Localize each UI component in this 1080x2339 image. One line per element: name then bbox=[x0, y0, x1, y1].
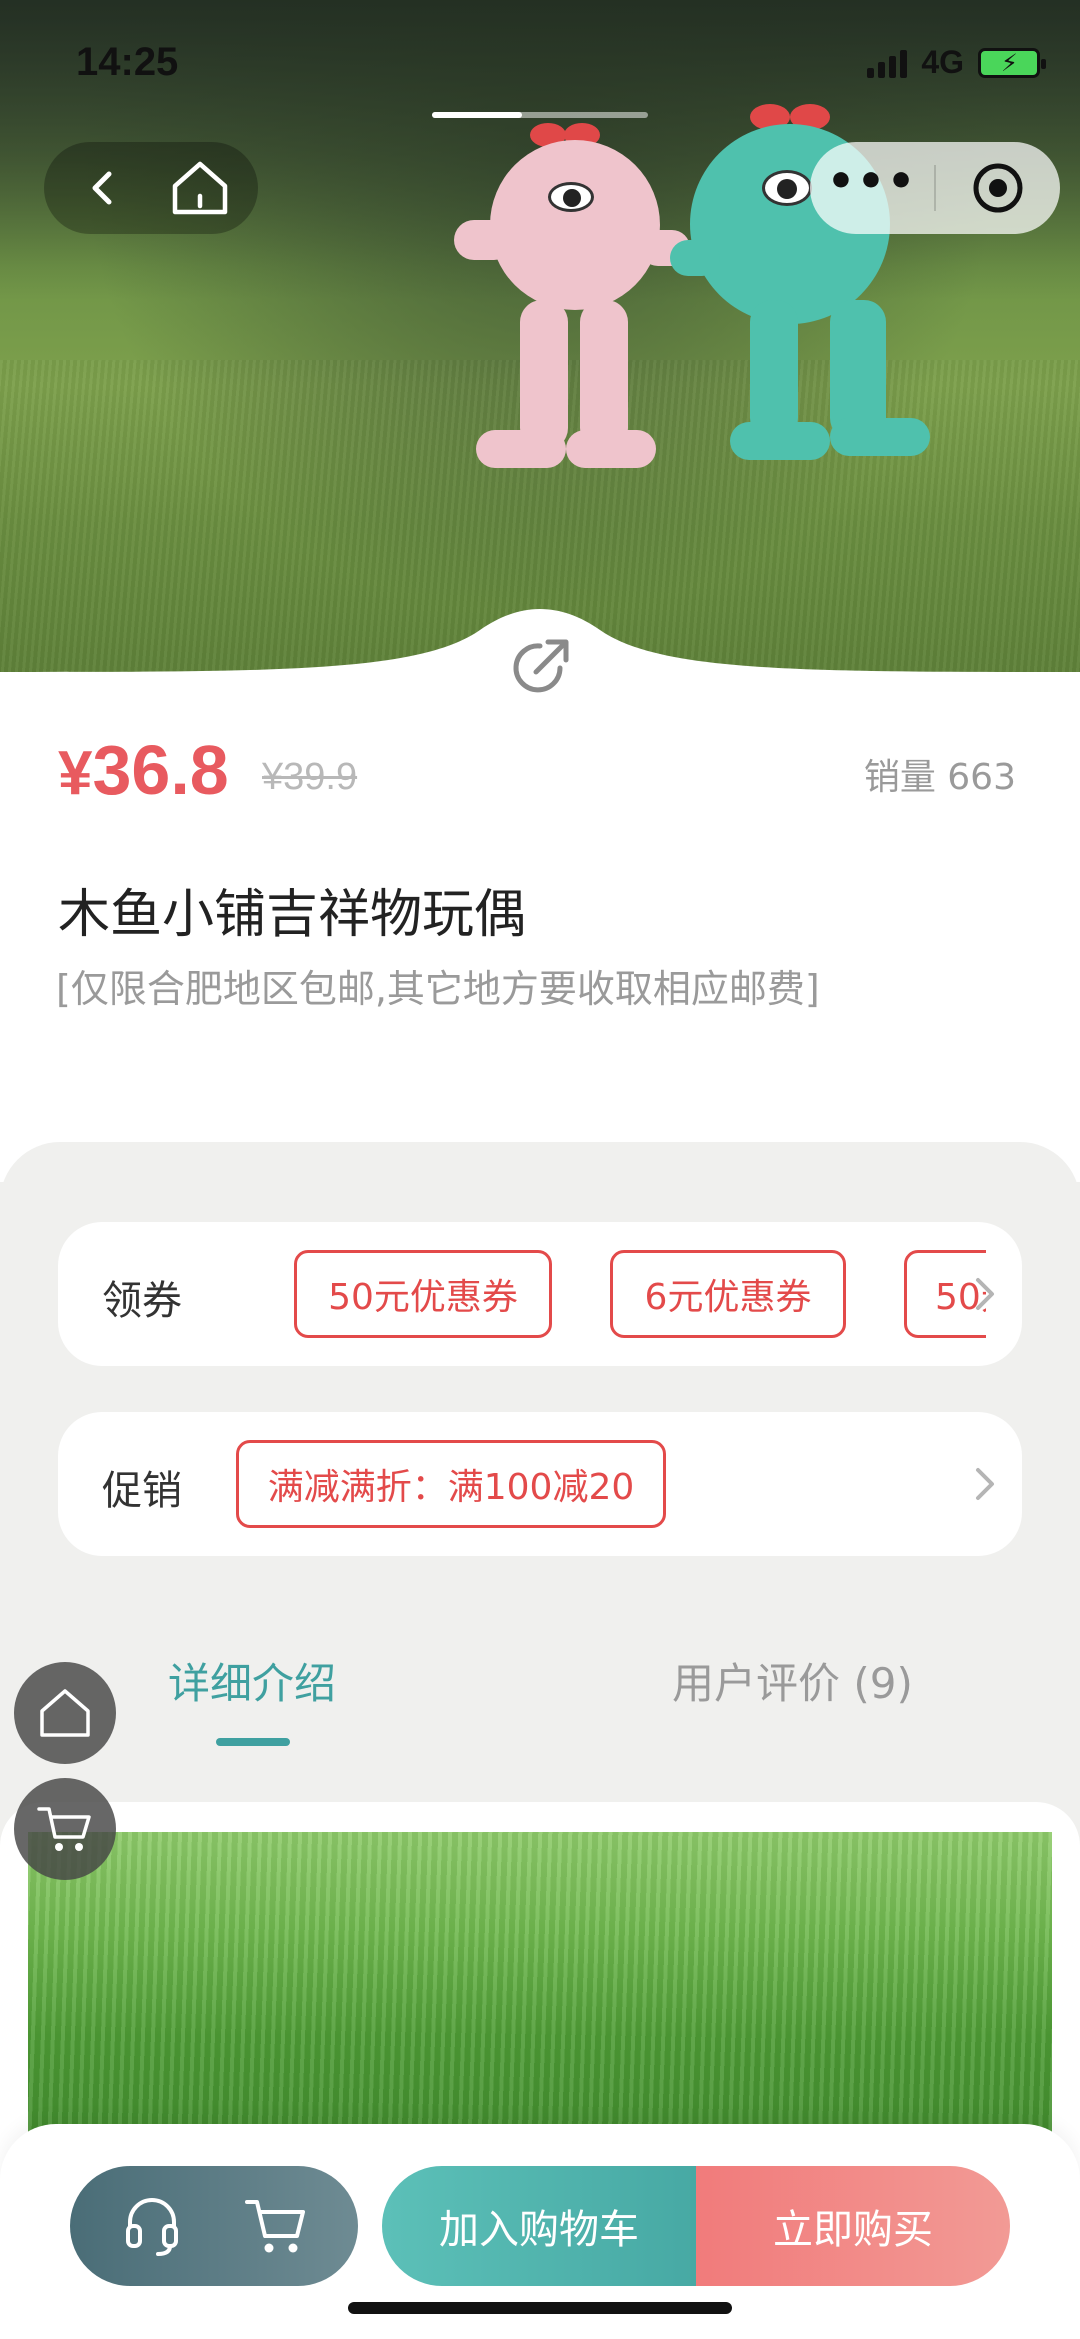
pink-plush-figure bbox=[440, 120, 690, 480]
network-type: 4G bbox=[921, 44, 964, 80]
current-price: ¥36.8 bbox=[58, 730, 229, 810]
coupon-item[interactable]: 50元优惠券 bbox=[294, 1250, 552, 1338]
add-to-cart-button[interactable]: 加入购物车 bbox=[382, 2166, 696, 2286]
signal-icon bbox=[867, 48, 908, 78]
status-indicators: 4G ⚡ bbox=[867, 44, 1046, 81]
sales-count: 销量 663 bbox=[863, 757, 1016, 798]
cart-icon bbox=[37, 1807, 91, 1851]
pink-figure-leg-left bbox=[520, 300, 568, 450]
promotion-tag[interactable]: 满减满折：满100减20 bbox=[236, 1440, 666, 1528]
headset-icon[interactable] bbox=[112, 2186, 192, 2266]
product-hero-image[interactable]: 14:25 4G ⚡ ••• bbox=[0, 0, 1080, 700]
price-value: 36.8 bbox=[92, 731, 229, 809]
coupon-card[interactable]: 领券 50元优惠券 6元优惠券 50元优惠券 bbox=[58, 1222, 1022, 1366]
pink-figure-foot-right bbox=[566, 430, 656, 468]
miniprogram-capsule: ••• bbox=[810, 142, 1060, 234]
promotion-label: 促销 bbox=[102, 1468, 182, 1514]
detail-image-grass[interactable] bbox=[28, 1832, 1052, 2172]
chevron-right-icon[interactable] bbox=[970, 1270, 1000, 1318]
share-icon[interactable] bbox=[502, 630, 578, 706]
promotion-card[interactable]: 促销 满减满折：满100减20 bbox=[58, 1412, 1022, 1556]
target-icon[interactable] bbox=[936, 142, 1060, 234]
shipping-note: [仅限合肥地区包邮,其它地方要收取相应邮费] bbox=[56, 967, 820, 1011]
pink-figure-eye bbox=[548, 182, 594, 212]
image-pager-indicator bbox=[432, 112, 648, 118]
coupon-label: 领券 bbox=[102, 1278, 182, 1324]
home-icon bbox=[40, 1689, 90, 1737]
pink-figure-leg-right bbox=[580, 300, 628, 450]
teal-figure-foot-right bbox=[830, 418, 930, 456]
pink-figure-arm-left bbox=[454, 220, 514, 260]
status-time: 14:25 bbox=[76, 40, 179, 84]
coupon-item[interactable]: 6元优惠券 bbox=[610, 1250, 846, 1338]
cart-icon[interactable] bbox=[236, 2186, 316, 2266]
product-page: 14:25 4G ⚡ ••• ¥36.8 ¥39.9 销量 663 木鱼小铺吉祥… bbox=[0, 0, 1080, 2339]
teal-figure-leg-left bbox=[750, 300, 798, 440]
coupon-scroll-list[interactable]: 50元优惠券 6元优惠券 50元优惠券 bbox=[236, 1222, 986, 1366]
more-icon[interactable]: ••• bbox=[810, 142, 934, 234]
nav-pill bbox=[44, 142, 258, 234]
home-icon[interactable] bbox=[165, 153, 235, 223]
back-icon[interactable] bbox=[68, 153, 138, 223]
teal-figure-foot-left bbox=[730, 422, 830, 460]
teal-figure-arm-left bbox=[670, 240, 720, 276]
product-title: 木鱼小铺吉祥物玩偶 bbox=[58, 885, 527, 945]
active-tab-indicator bbox=[216, 1738, 290, 1746]
original-price: ¥39.9 bbox=[262, 756, 358, 798]
pink-figure-foot-left bbox=[476, 430, 566, 468]
buy-now-button[interactable]: 立即购买 bbox=[696, 2166, 1010, 2286]
float-cart-button[interactable] bbox=[14, 1778, 116, 1880]
tab-detail[interactable]: 详细介绍 bbox=[168, 1650, 336, 1711]
chevron-right-icon[interactable] bbox=[970, 1460, 1000, 1508]
tab-reviews[interactable]: 用户评价 (9) bbox=[672, 1650, 913, 1711]
float-home-button[interactable] bbox=[14, 1662, 116, 1764]
battery-icon: ⚡ bbox=[978, 47, 1046, 78]
pink-figure-head bbox=[490, 140, 660, 310]
service-cart-group bbox=[70, 2166, 358, 2286]
teal-figure-eye bbox=[762, 170, 812, 206]
home-indicator bbox=[348, 2302, 732, 2314]
currency-symbol: ¥ bbox=[58, 739, 93, 808]
